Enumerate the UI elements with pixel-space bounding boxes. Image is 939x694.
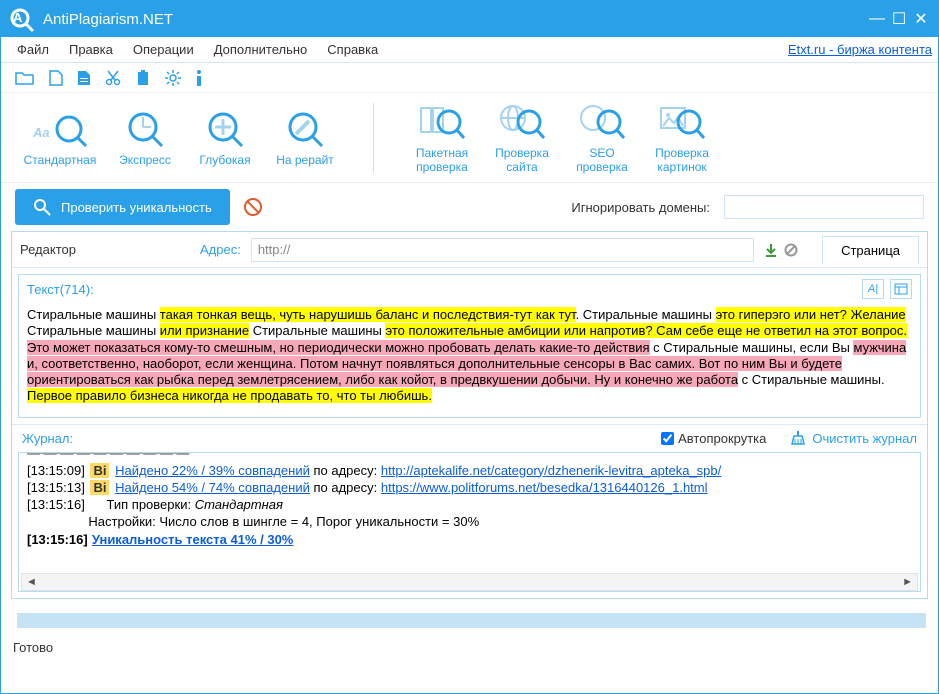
standard-icon: Aa: [33, 109, 87, 149]
broom-icon: [790, 431, 806, 445]
mode-express-label: Экспресс: [119, 153, 171, 167]
scroll-left-icon[interactable]: ◄: [26, 576, 37, 588]
layout-icon[interactable]: [890, 279, 912, 299]
svg-text:A: A: [13, 10, 23, 25]
menu-file[interactable]: Файл: [7, 42, 59, 57]
menu-extras[interactable]: Дополнительно: [204, 42, 318, 57]
text-editor: Текст(714): A| Стиральные машины такая т…: [18, 274, 921, 418]
journal-row: Настройки: Число слов в шингле = 4, Поро…: [19, 513, 920, 530]
autoscroll-input[interactable]: [661, 432, 674, 445]
address-input[interactable]: [251, 238, 754, 262]
app-logo-icon: A: [7, 5, 35, 33]
mode-seo-label: SEO проверка: [576, 146, 628, 174]
express-icon: [125, 109, 165, 149]
check-button-label: Проверить уникальность: [61, 200, 212, 215]
mode-rewrite-button[interactable]: На рерайт: [265, 109, 345, 167]
text-editor-header: Текст(714): A|: [19, 275, 920, 303]
site-icon: [499, 102, 545, 142]
journal-row: [13:15:09] Bi Найдено 22% / 39% совпаден…: [19, 462, 920, 479]
mode-images-button[interactable]: Проверка картинок: [642, 102, 722, 174]
new-file-icon[interactable]: [49, 70, 63, 86]
format-text-icon[interactable]: A|: [862, 279, 884, 299]
images-icon: [659, 102, 705, 142]
clear-journal-label: Очистить журнал: [812, 431, 917, 446]
stop-button[interactable]: [244, 198, 262, 216]
check-uniqueness-button[interactable]: Проверить уникальность: [15, 189, 230, 225]
save-file-icon[interactable]: [77, 70, 91, 86]
journal-body: — — — — — — — — — — [13:15:09] Bi Найден…: [18, 452, 921, 592]
deep-icon: [205, 109, 245, 149]
text-counter-label: Текст(714):: [27, 282, 94, 297]
toolbar-large: Aa Стандартная Экспресс Глубокая На рера…: [1, 93, 938, 183]
stop-icon: [244, 198, 262, 216]
mode-standard-label: Стандартная: [24, 153, 97, 167]
journal-url-link[interactable]: https://www.politforums.net/besedka/1316…: [381, 480, 708, 495]
mode-rewrite-label: На рерайт: [276, 153, 334, 167]
menu-edit[interactable]: Правка: [59, 42, 123, 57]
download-icon[interactable]: [764, 243, 778, 257]
etxt-link[interactable]: Etxt.ru - биржа контента: [788, 42, 932, 57]
mode-images-label: Проверка картинок: [655, 146, 709, 174]
toolbar-small: [1, 63, 938, 93]
mode-deep-label: Глубокая: [199, 153, 250, 167]
app-title: AntiPlagiarism.NET: [43, 11, 866, 28]
mode-site-label: Проверка сайта: [495, 146, 549, 174]
mode-batch-label: Пакетная проверка: [416, 146, 468, 174]
mode-seo-button[interactable]: SEO проверка: [562, 102, 642, 174]
autoscroll-label: Автопрокрутка: [678, 431, 766, 446]
window-minimize-button[interactable]: —: [866, 10, 888, 28]
rewrite-icon: [285, 109, 325, 149]
journal-row: [13:15:16] Уникальность текста 41% / 30%: [19, 530, 920, 549]
open-file-icon[interactable]: [15, 70, 35, 86]
menu-help[interactable]: Справка: [317, 42, 388, 57]
toolbar-separator: [373, 103, 374, 173]
statusbar: [1, 605, 938, 637]
mode-standard-button[interactable]: Aa Стандартная: [15, 109, 105, 167]
menu-operations[interactable]: Операции: [123, 42, 204, 57]
scroll-right-icon[interactable]: ►: [902, 576, 913, 588]
block-icon[interactable]: [784, 243, 798, 257]
ignore-domains-input[interactable]: [724, 195, 924, 219]
journal-found-link[interactable]: Найдено 54% / 74% совпадений: [115, 480, 310, 495]
menubar: Файл Правка Операции Дополнительно Справ…: [1, 37, 938, 63]
window-maximize-button[interactable]: ☐: [888, 9, 910, 29]
uniqueness-result-link[interactable]: Уникальность текста 41% / 30%: [92, 532, 294, 547]
window-close-button[interactable]: ✕: [910, 9, 932, 29]
info-icon[interactable]: [195, 70, 203, 86]
text-content[interactable]: Стиральные машины такая тонкая вещь, чут…: [19, 303, 920, 417]
journal-row: [13:15:16] Тип проверки: Стандартная: [19, 496, 920, 513]
journal-found-link[interactable]: Найдено 22% / 39% совпадений: [115, 463, 310, 478]
autoscroll-checkbox[interactable]: Автопрокрутка: [661, 431, 766, 446]
status-text: Готово: [13, 640, 53, 655]
batch-icon: [419, 102, 465, 142]
address-label: Адрес:: [200, 242, 241, 257]
journal-row: [13:15:13] Bi Найдено 54% / 74% совпаден…: [19, 479, 920, 496]
journal-row: — — — — — — — — — —: [19, 452, 920, 462]
seo-icon: [579, 102, 625, 142]
mode-deep-button[interactable]: Глубокая: [185, 109, 265, 167]
actionbar: Проверить уникальность Игнорировать доме…: [1, 183, 938, 231]
svg-text:Aa: Aa: [33, 125, 50, 140]
editor-header: Редактор Адрес: Страница: [12, 232, 927, 268]
titlebar: A AntiPlagiarism.NET — ☐ ✕: [1, 1, 938, 37]
mode-express-button[interactable]: Экспресс: [105, 109, 185, 167]
mode-batch-button[interactable]: Пакетная проверка: [402, 102, 482, 174]
work-area: Редактор Адрес: Страница Текст(714): A| …: [11, 231, 928, 599]
cut-icon[interactable]: [105, 70, 121, 86]
status-text-row: Готово: [1, 637, 938, 659]
progress-bar: [17, 613, 926, 628]
paste-icon[interactable]: [135, 70, 151, 86]
page-tab[interactable]: Страница: [822, 236, 919, 265]
journal-url-link[interactable]: http://aptekalife.net/category/dzhenerik…: [381, 463, 721, 478]
journal-horizontal-scrollbar[interactable]: ◄ ►: [21, 573, 918, 591]
search-icon: [33, 198, 51, 216]
journal-label: Журнал:: [22, 431, 73, 446]
ignore-domains-label: Игнорировать домены:: [571, 200, 710, 215]
mode-site-button[interactable]: Проверка сайта: [482, 102, 562, 174]
editor-label: Редактор: [20, 242, 190, 257]
journal-header: Журнал: Автопрокрутка Очистить журнал: [12, 424, 927, 452]
clear-journal-button[interactable]: Очистить журнал: [790, 431, 917, 446]
settings-icon[interactable]: [165, 70, 181, 86]
